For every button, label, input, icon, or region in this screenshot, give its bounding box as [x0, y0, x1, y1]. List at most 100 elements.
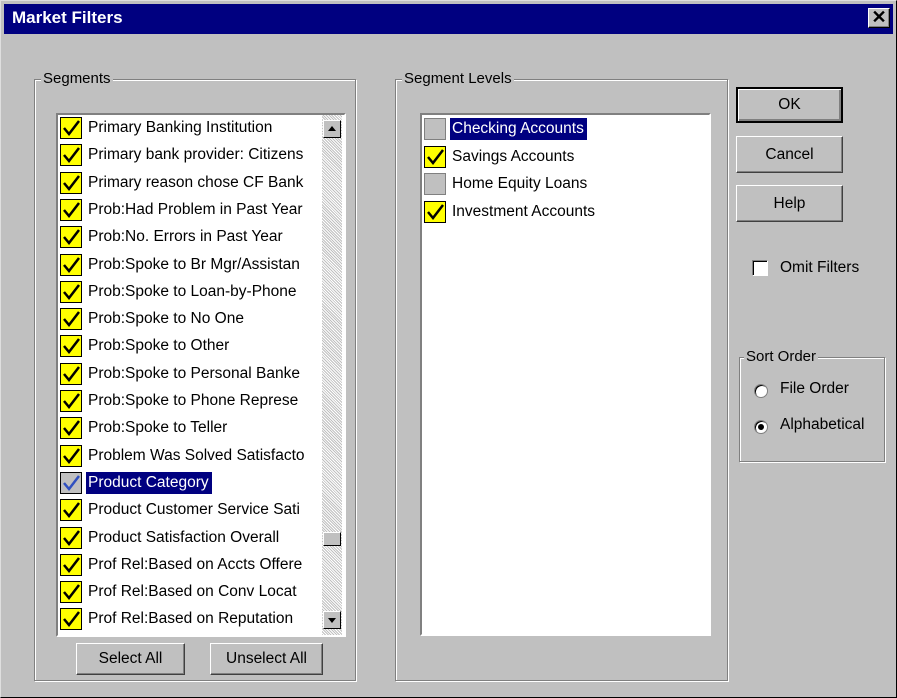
list-item[interactable]: Prob:Spoke to Br Mgr/Assistan	[58, 250, 320, 277]
unselect-all-button[interactable]: Unselect All	[210, 643, 323, 675]
item-label: Checking Accounts	[450, 118, 587, 140]
checkmark-icon	[63, 174, 80, 191]
list-item[interactable]: Product Category	[58, 468, 320, 495]
item-checkbox[interactable]	[60, 390, 82, 412]
item-checkbox[interactable]	[60, 362, 82, 385]
item-label: Home Equity Loans	[452, 175, 588, 192]
checkmark-icon	[427, 148, 444, 165]
item-label: Savings Accounts	[452, 147, 575, 165]
ok-button[interactable]: OK	[736, 87, 843, 123]
list-item[interactable]: Prof Rel:Based on Accts Offere	[58, 550, 320, 577]
item-checkbox[interactable]	[424, 173, 446, 195]
list-item[interactable]: Prob:Spoke to Phone Represe	[58, 386, 320, 413]
item-label: Investment Accounts	[452, 202, 596, 220]
item-checkbox[interactable]	[60, 198, 82, 221]
item-label: Prob:Spoke to Loan-by-Phone	[88, 282, 297, 300]
list-item[interactable]: Prob:Spoke to Other	[58, 331, 320, 358]
item-label: Prob:Had Problem in Past Year	[88, 200, 303, 218]
segment-levels-group: Segment Levels Checking Accounts Savings …	[395, 70, 728, 681]
list-item[interactable]: Prob:Had Problem in Past Year	[58, 195, 320, 222]
list-item[interactable]: Product Customer Service Sati	[58, 495, 320, 522]
title-bar[interactable]: Market Filters ✕	[4, 4, 893, 34]
item-checkbox[interactable]	[60, 144, 82, 167]
item-checkbox[interactable]	[60, 253, 82, 276]
item-label: Prob:Spoke to Other	[88, 337, 230, 355]
checkmark-icon	[63, 202, 80, 218]
item-checkbox[interactable]	[424, 200, 446, 223]
item-label: Primary bank provider: Citizens	[88, 146, 304, 164]
item-label: Prob:Spoke to Phone Represe	[88, 392, 299, 409]
item-checkbox[interactable]	[60, 581, 82, 604]
item-checkbox[interactable]	[60, 553, 82, 576]
list-item[interactable]: Primary reason chose CF Bank	[58, 168, 320, 195]
list-item[interactable]: Home Equity Loans	[422, 169, 708, 196]
cancel-button[interactable]: Cancel	[736, 136, 843, 173]
list-item[interactable]: Primary Banking Institution	[58, 115, 320, 140]
item-checkbox[interactable]	[60, 608, 82, 631]
item-checkbox[interactable]	[60, 171, 82, 194]
item-checkbox[interactable]	[60, 117, 82, 139]
alphabetical-label[interactable]: Alphabetical	[780, 416, 864, 434]
item-label: Product Category	[86, 471, 212, 494]
item-checkbox[interactable]	[424, 145, 446, 168]
item-checkbox[interactable]	[60, 308, 82, 331]
list-item[interactable]: Prof Rel:Based on Reputation	[58, 604, 320, 631]
checkmark-icon	[63, 447, 80, 464]
segments-group: Segments Primary Banking Institution Prim…	[34, 70, 356, 681]
item-checkbox[interactable]	[60, 471, 82, 494]
checkmark-icon	[63, 229, 80, 246]
scroll-thumb[interactable]	[323, 532, 341, 546]
list-item[interactable]: Investment Accounts	[422, 197, 708, 224]
list-item[interactable]: Prob:Spoke to No One	[58, 304, 320, 331]
list-item[interactable]: Prob:Spoke to Teller	[58, 413, 320, 440]
list-item[interactable]: Prob:Spoke to Personal Banke	[58, 359, 320, 386]
list-item[interactable]: Product Satisfaction Overall	[58, 523, 320, 550]
item-checkbox[interactable]	[60, 417, 82, 440]
list-item[interactable]: Checking Accounts	[422, 115, 708, 141]
item-label: Prob:No. Errors in Past Year	[88, 228, 283, 246]
segment-levels-listbox[interactable]: Checking Accounts Savings Accounts Home Eq…	[420, 113, 711, 636]
checkmark-icon	[63, 502, 80, 519]
list-item[interactable]: Savings Accounts	[422, 142, 708, 169]
checkmark-icon	[63, 147, 80, 164]
item-label: Prob:Spoke to Teller	[88, 419, 228, 437]
item-checkbox[interactable]	[60, 499, 82, 522]
omit-filters-checkbox[interactable]	[752, 260, 768, 276]
alphabetical-radio[interactable]	[754, 420, 768, 434]
list-item[interactable]: Prob:Spoke to Loan-by-Phone	[58, 277, 320, 304]
help-button[interactable]: Help	[736, 185, 843, 222]
item-label: Prof Rel:Based on Accts Offere	[88, 555, 303, 573]
scroll-down-button[interactable]	[323, 611, 341, 629]
item-label: Prof Rel:Based on Reputation	[88, 610, 294, 628]
list-item[interactable]: Prob:No. Errors in Past Year	[58, 222, 320, 249]
item-label: Product Customer Service Sati	[88, 501, 300, 519]
checkmark-icon	[63, 529, 80, 546]
item-checkbox[interactable]	[60, 226, 82, 249]
checkmark-icon	[63, 393, 80, 409]
item-checkbox[interactable]	[424, 118, 446, 140]
item-label: Problem Was Solved Satisfacto	[88, 446, 305, 464]
list-item[interactable]: Prof Rel:Based on Conv Locat	[58, 577, 320, 604]
segments-scrollbar[interactable]	[322, 115, 342, 635]
scroll-up-button[interactable]	[323, 120, 341, 138]
omit-filters-label[interactable]: Omit Filters	[780, 259, 859, 277]
list-item[interactable]: Primary bank provider: Citizens	[58, 140, 320, 167]
checkmark-icon	[63, 557, 80, 573]
file-order-radio[interactable]	[754, 384, 768, 398]
segment-levels-group-label: Segment Levels	[402, 70, 514, 88]
item-label: Prob:Spoke to Personal Banke	[88, 364, 300, 382]
item-checkbox[interactable]	[60, 280, 82, 303]
file-order-label[interactable]: File Order	[780, 380, 849, 398]
checkmark-icon	[63, 338, 80, 355]
close-button[interactable]: ✕	[868, 7, 890, 28]
segments-listbox[interactable]: Primary Banking Institution Primary bank …	[56, 113, 346, 637]
checkmark-icon	[63, 420, 80, 437]
sort-order-group: Sort Order File Order Alphabetical	[739, 348, 885, 462]
market-filters-dialog: Market Filters ✕ Segments Primary Bankin…	[0, 0, 897, 698]
item-checkbox[interactable]	[60, 526, 82, 549]
item-label: Prob:Spoke to No One	[88, 310, 244, 328]
item-checkbox[interactable]	[60, 444, 82, 467]
list-item[interactable]: Problem Was Solved Satisfacto	[58, 441, 320, 468]
select-all-button[interactable]: Select All	[76, 643, 185, 675]
item-checkbox[interactable]	[60, 335, 82, 358]
